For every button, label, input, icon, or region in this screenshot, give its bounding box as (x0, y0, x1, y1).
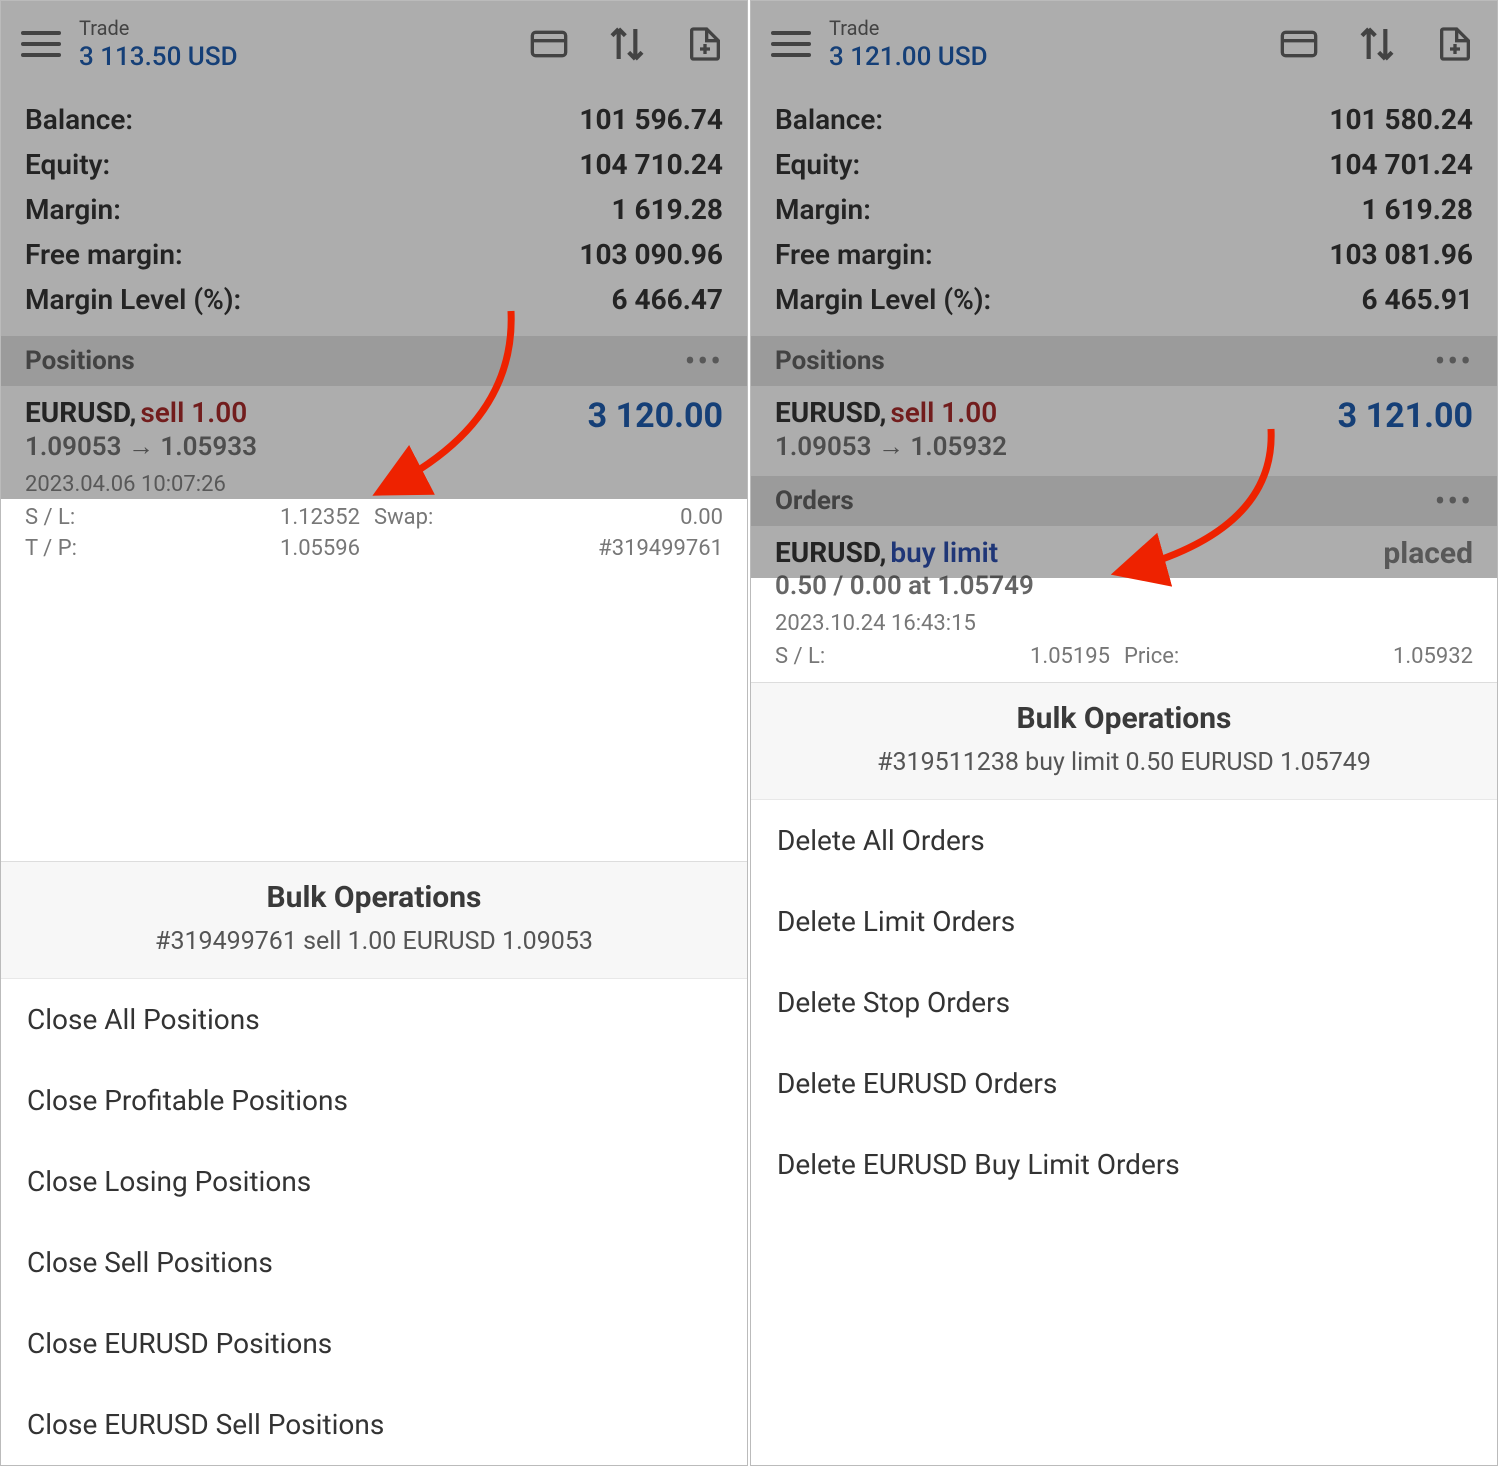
phone-right: Trade 3 121.00 USD Balance:101 580.24 Eq… (750, 0, 1498, 1466)
new-order-icon[interactable] (683, 22, 727, 66)
sheet-subtitle: #319511238 buy limit 0.50 EURUSD 1.05749 (771, 748, 1477, 789)
sheet-subtitle: #319499761 sell 1.00 EURUSD 1.09053 (21, 927, 727, 968)
position-profit: 3 120.00 (588, 396, 723, 436)
sheet-title: Bulk Operations (21, 880, 727, 915)
more-icon[interactable]: ••• (1435, 496, 1473, 506)
topbar: Trade 3 121.00 USD (751, 1, 1497, 87)
close-losing-positions[interactable]: Close Losing Positions (1, 1141, 747, 1222)
more-icon[interactable]: ••• (1435, 356, 1473, 366)
menu-icon[interactable] (771, 24, 811, 64)
position-row[interactable]: EURUSD, sell 1.00 1.09053 → 1.05932 3 12… (751, 386, 1497, 476)
delete-all-orders[interactable]: Delete All Orders (751, 800, 1497, 881)
bulk-operations-sheet: Bulk Operations #319499761 sell 1.00 EUR… (1, 861, 747, 1465)
close-sell-positions[interactable]: Close Sell Positions (1, 1222, 747, 1303)
page-title: Trade (829, 16, 1277, 40)
topbar: Trade 3 113.50 USD (1, 1, 747, 87)
sort-icon[interactable] (605, 22, 649, 66)
account-summary: Balance:101 580.24 Equity:104 701.24 Mar… (751, 87, 1497, 336)
account-amount[interactable]: 3 113.50 USD (79, 42, 527, 72)
sort-icon[interactable] (1355, 22, 1399, 66)
close-profitable-positions[interactable]: Close Profitable Positions (1, 1060, 747, 1141)
card-icon[interactable] (1277, 22, 1321, 66)
account-summary: Balance:101 596.74 Equity:104 710.24 Mar… (1, 87, 747, 336)
bulk-operations-sheet: Bulk Operations #319511238 buy limit 0.5… (751, 682, 1497, 1465)
more-icon[interactable]: ••• (685, 356, 723, 366)
sheet-title: Bulk Operations (771, 701, 1477, 736)
orders-header: Orders ••• (751, 476, 1497, 526)
card-icon[interactable] (527, 22, 571, 66)
position-profit: 3 121.00 (1338, 396, 1473, 436)
positions-header: Positions ••• (1, 336, 747, 386)
delete-stop-orders[interactable]: Delete Stop Orders (751, 962, 1497, 1043)
menu-icon[interactable] (21, 24, 61, 64)
close-eurusd-positions[interactable]: Close EURUSD Positions (1, 1303, 747, 1384)
new-order-icon[interactable] (1433, 22, 1477, 66)
delete-eurusd-orders[interactable]: Delete EURUSD Orders (751, 1043, 1497, 1124)
close-eurusd-sell-positions[interactable]: Close EURUSD Sell Positions (1, 1384, 747, 1465)
order-status: placed (1383, 536, 1473, 571)
delete-limit-orders[interactable]: Delete Limit Orders (751, 881, 1497, 962)
delete-eurusd-buy-limit-orders[interactable]: Delete EURUSD Buy Limit Orders (751, 1124, 1497, 1205)
account-amount[interactable]: 3 121.00 USD (829, 42, 1277, 72)
phone-left: Trade 3 113.50 USD Balance:101 596.74 Eq… (0, 0, 748, 1466)
order-row[interactable]: EURUSD, buy limit 0.50 / 0.00 at 1.05749… (751, 526, 1497, 679)
page-title: Trade (79, 16, 527, 40)
close-all-positions[interactable]: Close All Positions (1, 979, 747, 1060)
position-row[interactable]: EURUSD, sell 1.00 1.09053 → 1.05933 3 12… (1, 386, 747, 571)
positions-header: Positions ••• (751, 336, 1497, 386)
